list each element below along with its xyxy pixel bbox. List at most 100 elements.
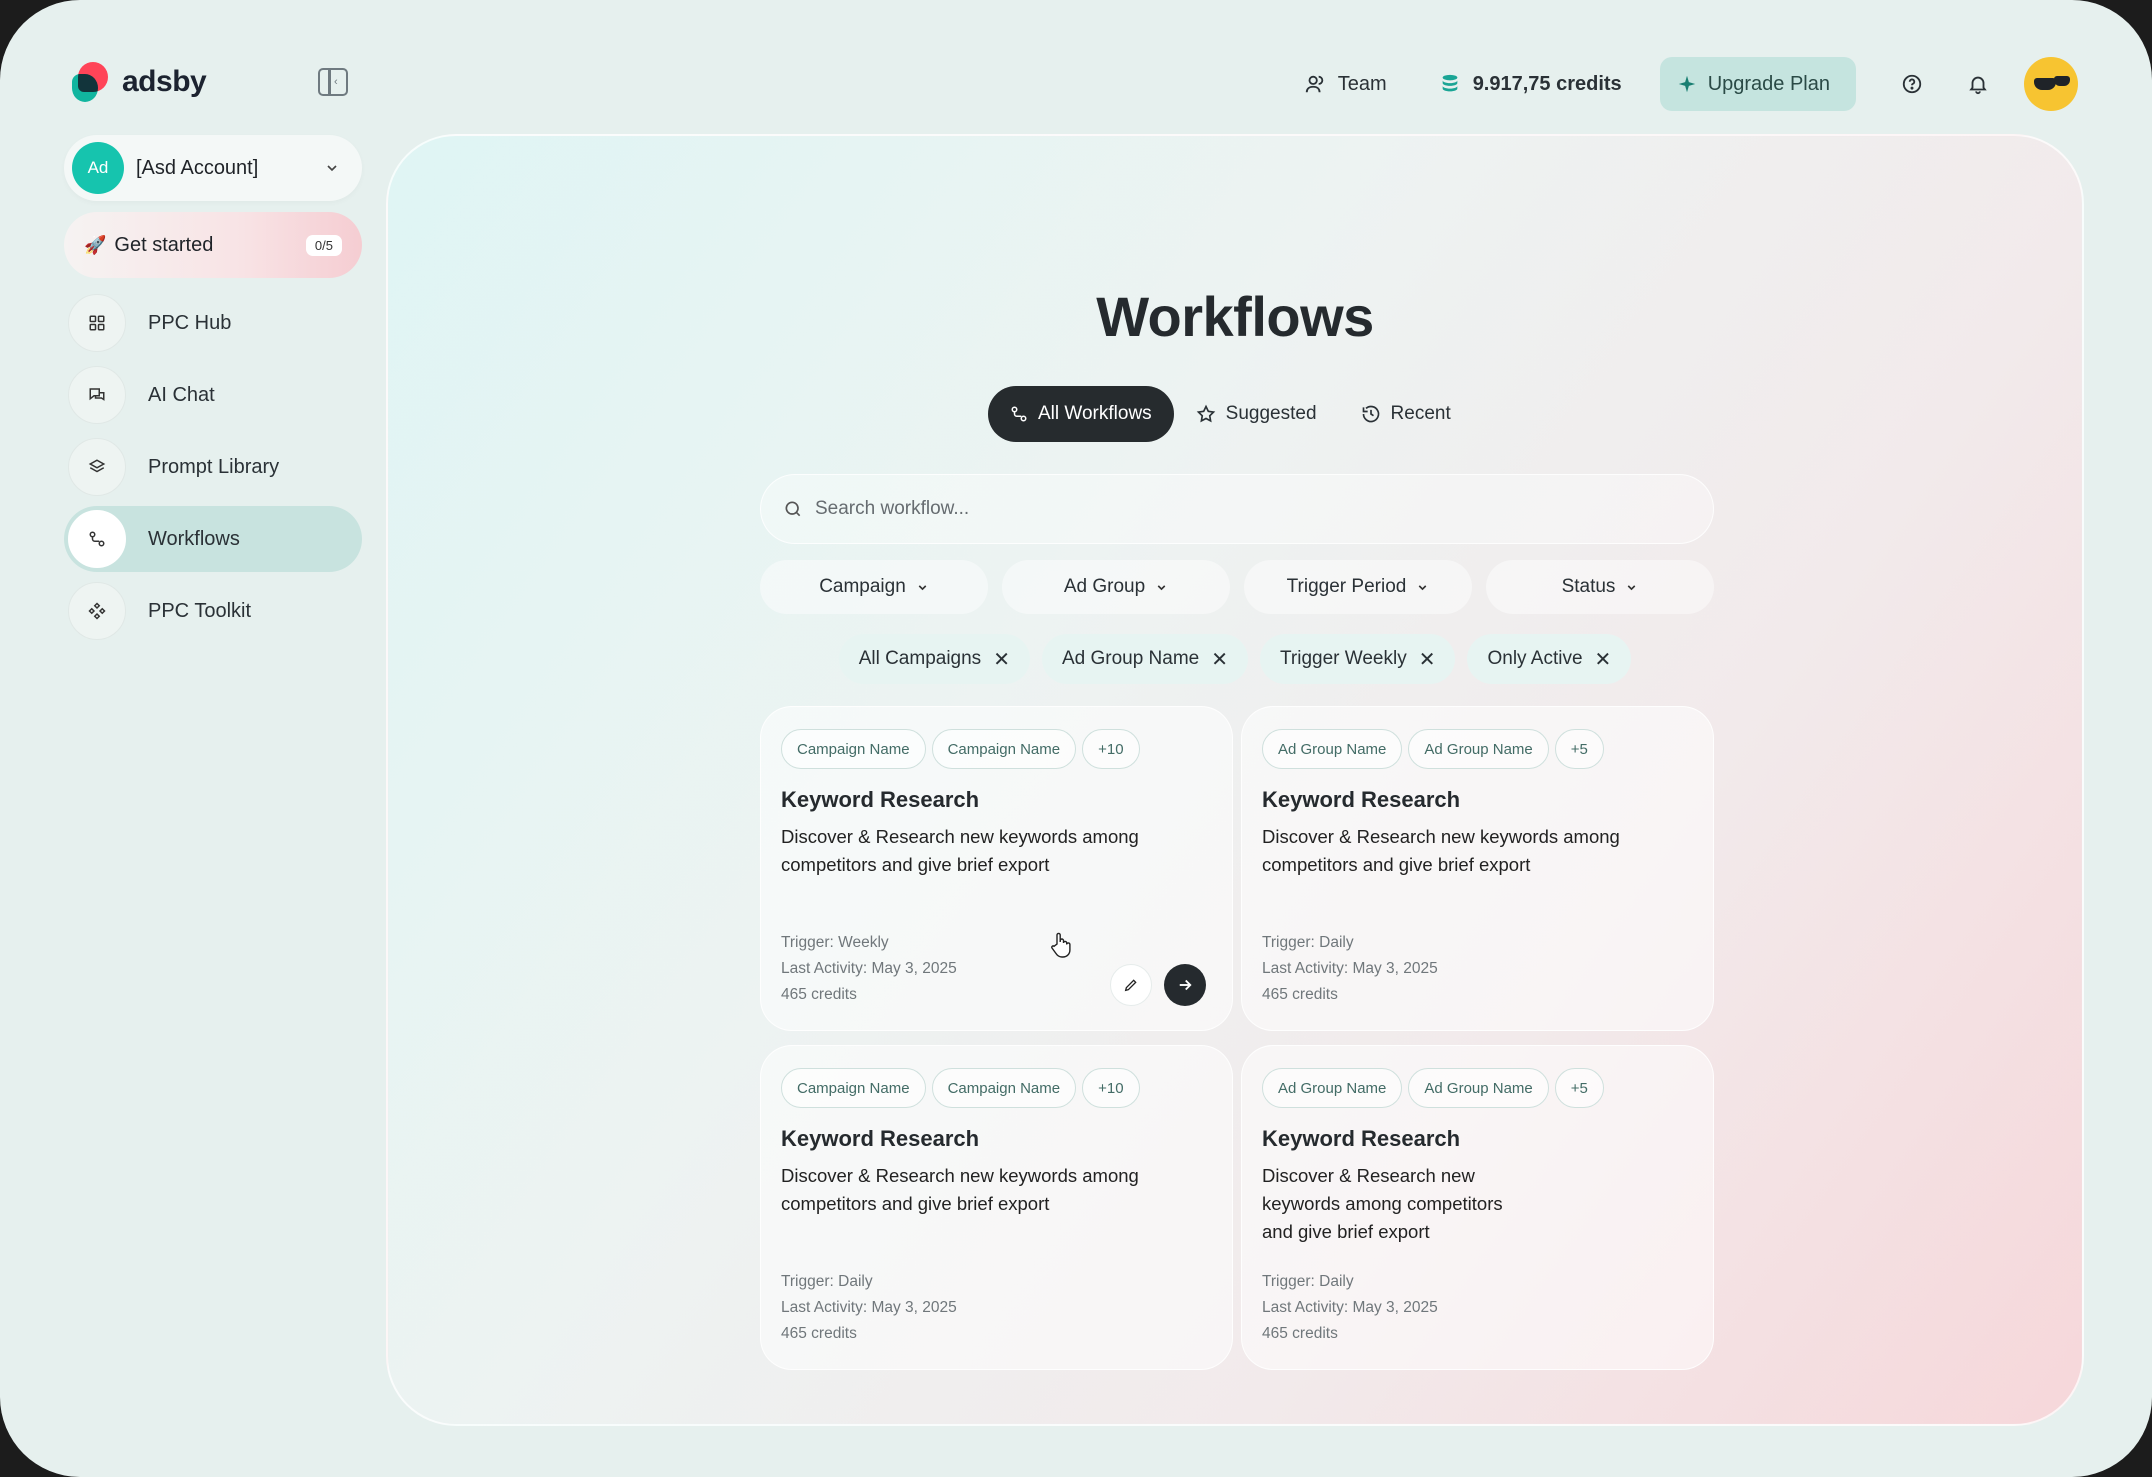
filter-campaign[interactable]: Campaign <box>760 560 988 614</box>
card-description: Discover & Research new keywords among c… <box>781 1165 1139 1214</box>
workflow-grid: Campaign Name Campaign Name +10 Keyword … <box>760 706 1714 1370</box>
sidebar-item-workflows[interactable]: Workflows <box>64 506 362 572</box>
upgrade-plan-button[interactable]: Upgrade Plan <box>1659 57 1856 111</box>
help-icon <box>1902 74 1922 94</box>
top-nav: Team 9.917,75 credits Upgrade Plan <box>1304 56 2078 112</box>
tag: Campaign Name <box>781 729 926 769</box>
sidebar-item-prompt-library[interactable]: Prompt Library <box>64 434 362 500</box>
card-meta: Trigger: Daily Last Activity: May 3, 202… <box>781 1269 957 1347</box>
card-description: Discover & Research new keywords among c… <box>781 826 1139 875</box>
rocket-icon: 🚀 <box>84 234 107 255</box>
get-started-progress: 0/5 <box>305 234 342 256</box>
workflow-card[interactable]: Ad Group Name Ad Group Name +5 Keyword R… <box>1241 1045 1714 1370</box>
tag: Campaign Name <box>781 1068 926 1108</box>
tab-all-workflows[interactable]: All Workflows <box>988 386 1174 442</box>
brand-name: adsby <box>122 65 207 98</box>
card-credits: 465 credits <box>1262 1325 1338 1342</box>
close-icon[interactable]: ✕ <box>993 647 1010 672</box>
workflow-card[interactable]: Campaign Name Campaign Name +10 Keyword … <box>760 706 1233 1031</box>
chip-label: Ad Group Name <box>1061 648 1200 669</box>
tab-label: Recent <box>1390 403 1451 424</box>
account-switcher[interactable]: Ad [Asd Account] <box>64 135 362 201</box>
user-avatar[interactable] <box>2024 57 2078 111</box>
card-trigger: Trigger: Daily <box>1262 1273 1354 1290</box>
hand-cursor-icon <box>1051 932 1071 958</box>
bell-icon <box>1969 76 1987 95</box>
search-bar[interactable] <box>760 474 1714 544</box>
card-meta: Trigger: Daily Last Activity: May 3, 202… <box>1262 930 1438 1008</box>
active-filter-chips: All Campaigns ✕ Ad Group Name ✕ Trigger … <box>388 634 2082 684</box>
tag-more[interactable]: +5 <box>1554 1068 1604 1108</box>
sidebar-collapse-icon[interactable]: ‹ <box>318 68 348 96</box>
logo-icon <box>72 62 112 102</box>
card-trigger: Trigger: Daily <box>781 1273 873 1290</box>
brand-logo[interactable]: adsby <box>72 62 207 102</box>
grid-icon <box>68 294 126 352</box>
close-icon[interactable]: ✕ <box>1419 647 1436 672</box>
credits-display[interactable]: 9.917,75 credits <box>1439 73 1622 96</box>
help-button[interactable] <box>1892 64 1932 104</box>
card-title: Keyword Research <box>1262 1126 1461 1151</box>
workflow-icon <box>1011 406 1027 422</box>
card-title: Keyword Research <box>781 1126 980 1151</box>
close-icon[interactable]: ✕ <box>1595 647 1612 672</box>
chat-icon <box>68 366 126 424</box>
tag-more[interactable]: +5 <box>1554 729 1604 769</box>
pencil-icon <box>1124 979 1137 992</box>
card-title: Keyword Research <box>781 787 980 812</box>
card-description: Discover & Research new keywords among c… <box>1262 1165 1503 1242</box>
card-tags: Ad Group Name Ad Group Name +5 <box>1262 729 1693 769</box>
card-trigger: Trigger: Daily <box>1262 934 1354 951</box>
filter-row: Campaign Ad Group Trigger Period Status <box>760 560 1714 614</box>
card-actions <box>1110 964 1206 1006</box>
credits-label: 9.917,75 credits <box>1472 72 1622 95</box>
close-icon[interactable]: ✕ <box>1211 647 1228 672</box>
tab-recent[interactable]: Recent <box>1339 386 1473 442</box>
toolkit-icon <box>68 582 126 640</box>
filter-chip: Ad Group Name ✕ <box>1041 634 1249 684</box>
tag: Ad Group Name <box>1408 729 1549 769</box>
tag-more[interactable]: +10 <box>1082 1068 1140 1108</box>
chevron-down-icon <box>1157 584 1166 590</box>
sidebar-item-ppc-hub[interactable]: PPC Hub <box>64 290 362 356</box>
card-meta: Trigger: Daily Last Activity: May 3, 202… <box>1262 1269 1438 1347</box>
star-icon <box>1196 404 1215 423</box>
filter-status[interactable]: Status <box>1486 560 1714 614</box>
get-started-button[interactable]: 🚀 Get started 0/5 <box>64 212 362 278</box>
chip-label: Trigger Weekly <box>1280 648 1407 669</box>
tag-more[interactable]: +10 <box>1082 729 1140 769</box>
chevron-down-icon <box>1419 584 1427 590</box>
search-input[interactable] <box>815 498 1615 520</box>
card-tags: Campaign Name Campaign Name +10 <box>781 1068 1212 1108</box>
chevron-down-icon <box>327 165 337 172</box>
sidebar-item-label: Prompt Library <box>148 455 280 478</box>
sparkle-icon <box>1678 75 1695 93</box>
app-window: adsby ‹ Team 9.917,75 credits Upgrade Pl… <box>0 0 2152 1477</box>
workflow-card[interactable]: Campaign Name Campaign Name +10 Keyword … <box>760 1045 1233 1370</box>
card-credits: 465 credits <box>781 986 857 1003</box>
card-trigger: Trigger: Weekly <box>781 934 889 951</box>
card-description: Discover & Research new keywords among c… <box>1262 826 1620 875</box>
card-last-activity: Last Activity: May 3, 2025 <box>781 1299 957 1316</box>
open-button[interactable] <box>1164 964 1206 1006</box>
coins-icon <box>1442 74 1458 92</box>
tag: Campaign Name <box>931 1068 1077 1108</box>
card-tags: Campaign Name Campaign Name +10 <box>781 729 1212 769</box>
chip-label: All Campaigns <box>858 648 982 669</box>
history-icon <box>1362 405 1379 423</box>
sidebar-item-ai-chat[interactable]: AI Chat <box>64 362 362 428</box>
filter-chip: Only Active ✕ <box>1467 634 1632 684</box>
filter-ad-group[interactable]: Ad Group <box>1002 560 1230 614</box>
sidebar-item-ppc-toolkit[interactable]: PPC Toolkit <box>64 578 362 644</box>
notifications-button[interactable] <box>1958 64 1998 104</box>
filter-chip: All Campaigns ✕ <box>838 634 1030 684</box>
filter-label: Trigger Period <box>1286 576 1407 597</box>
workflow-card[interactable]: Ad Group Name Ad Group Name +5 Keyword R… <box>1241 706 1714 1031</box>
tab-suggested[interactable]: Suggested <box>1174 386 1339 442</box>
team-button[interactable]: Team <box>1304 73 1387 96</box>
card-last-activity: Last Activity: May 3, 2025 <box>1262 960 1438 977</box>
filter-trigger-period[interactable]: Trigger Period <box>1244 560 1472 614</box>
edit-button[interactable] <box>1110 964 1152 1006</box>
team-label: Team <box>1337 72 1387 95</box>
main-panel: Workflows All Workflows Suggested Recent… <box>386 134 2084 1426</box>
